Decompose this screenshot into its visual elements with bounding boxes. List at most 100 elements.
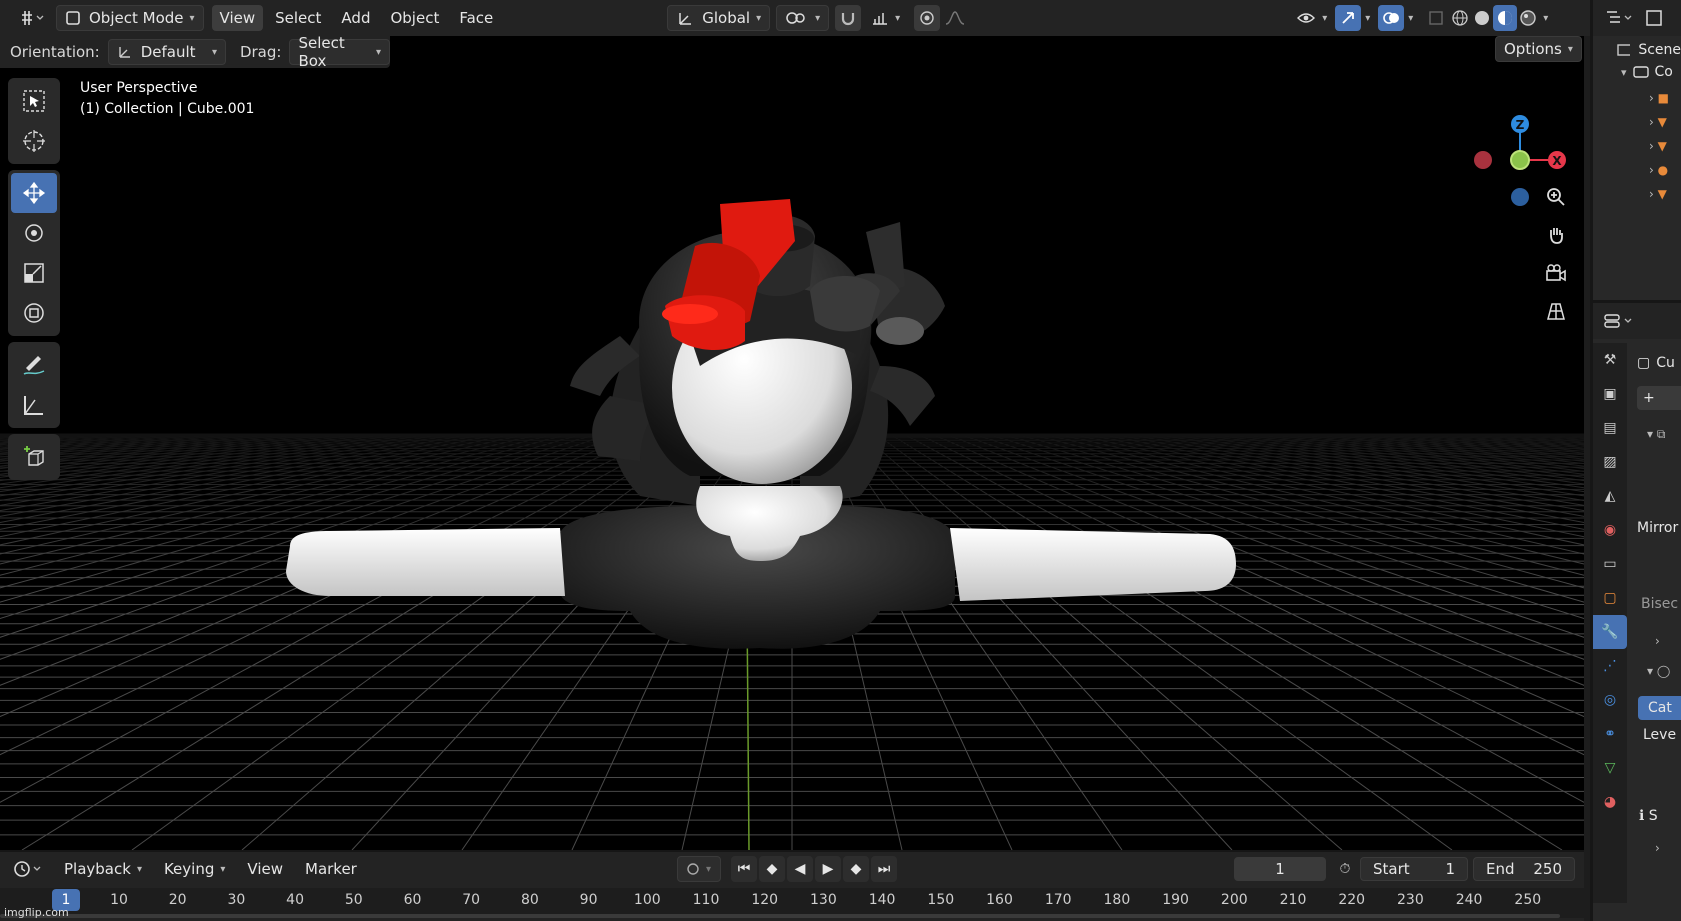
xray-toggle[interactable]: [1423, 5, 1449, 31]
play-reverse-button[interactable]: ◀: [787, 856, 813, 882]
transform-icon: [24, 303, 44, 323]
modifier-panel-header[interactable]: ▾ ⧉: [1647, 427, 1665, 442]
tab-render[interactable]: ▣: [1593, 377, 1627, 411]
tab-output[interactable]: ▤: [1593, 411, 1627, 445]
shading-rendered[interactable]: [1517, 5, 1539, 31]
data-subpanel-chevron[interactable]: ›: [1655, 634, 1660, 648]
add-modifier-button[interactable]: +: [1637, 386, 1681, 410]
shading-wireframe[interactable]: [1449, 5, 1471, 31]
preview-range-toggle[interactable]: ⏱: [1332, 856, 1358, 882]
solid-sphere-icon: [1475, 11, 1490, 25]
tab-object[interactable]: ▢: [1593, 581, 1627, 615]
tab-world[interactable]: ◉: [1593, 513, 1627, 547]
shading-dropdown[interactable]: ▾: [1539, 5, 1552, 31]
scale-tool[interactable]: [11, 253, 57, 293]
subsurf-panel-header[interactable]: ▾ ◯: [1647, 664, 1670, 678]
properties-editor-icon[interactable]: [1603, 312, 1637, 330]
add-cube-tool[interactable]: [11, 437, 57, 477]
tab-scene[interactable]: ◭: [1593, 479, 1627, 513]
tab-modifiers[interactable]: 🔧: [1593, 615, 1627, 649]
material-sphere-icon: ◕: [1603, 794, 1617, 810]
end-frame-field[interactable]: End 250: [1473, 857, 1575, 881]
editor-type-button[interactable]: [14, 5, 50, 31]
outliner-editor-icon[interactable]: [1605, 9, 1635, 27]
timeline-scrollbar[interactable]: [0, 914, 1560, 918]
tab-tool[interactable]: ⚒: [1593, 343, 1627, 377]
ruler-tick: 180: [1103, 892, 1131, 908]
shading-material[interactable]: [1493, 5, 1518, 31]
plus-icon: +: [1643, 390, 1655, 406]
falloff-dropdown[interactable]: [942, 5, 968, 31]
catmull-clark-button[interactable]: Cat: [1638, 696, 1681, 720]
move-tool[interactable]: [11, 173, 57, 213]
outliner-item-camera[interactable]: › ■: [1649, 86, 1681, 110]
pivot-dropdown[interactable]: ▾: [776, 5, 830, 31]
menu-view[interactable]: View: [211, 5, 264, 31]
rendered-sphere-icon: [1520, 10, 1536, 26]
tab-data[interactable]: ▽: [1593, 751, 1627, 785]
mirror-label: Mirror: [1637, 520, 1679, 536]
outliner-item-mesh-2[interactable]: › ▼: [1649, 182, 1681, 206]
gizmo-toggle[interactable]: [1335, 5, 1362, 31]
menu-keying[interactable]: Keying ▾: [156, 856, 233, 882]
start-value: 1: [1445, 860, 1455, 878]
orientation-select[interactable]: Default ▾: [107, 39, 226, 65]
menu-timeline-view[interactable]: View: [239, 856, 291, 882]
snap-toggle[interactable]: [835, 5, 862, 31]
proportional-editing-toggle[interactable]: [914, 5, 941, 31]
outliner-item-light[interactable]: › ●: [1649, 158, 1681, 182]
tab-particles[interactable]: ⋰: [1593, 649, 1627, 683]
overlays-dropdown[interactable]: ▾: [1404, 5, 1417, 31]
current-frame-field[interactable]: 1: [1234, 857, 1326, 881]
drag-select[interactable]: Select Box ▾: [289, 36, 390, 70]
start-frame-field[interactable]: Start 1: [1360, 857, 1468, 881]
3d-viewport[interactable]: Orientation: Default ▾ Drag: Select Box ▾ …: [0, 36, 1584, 850]
physics-orbit-icon: ◎: [1603, 692, 1617, 708]
tab-view-layer[interactable]: ▨: [1593, 445, 1627, 479]
outliner-item-mesh[interactable]: › ▼: [1649, 110, 1681, 134]
tab-constraints[interactable]: ⚭: [1593, 717, 1627, 751]
timeline-editor-type[interactable]: [10, 856, 46, 882]
ruler-tick: 40: [286, 892, 305, 908]
ruler-tick: 110: [692, 892, 720, 908]
ruler-tick: 100: [633, 892, 661, 908]
select-box-tool[interactable]: [11, 81, 57, 121]
menu-marker[interactable]: Marker: [297, 856, 365, 882]
play-button[interactable]: ▶: [815, 856, 841, 882]
shading-solid[interactable]: [1471, 5, 1493, 31]
menu-playback[interactable]: Playback ▾: [56, 856, 150, 882]
visibility-dropdown[interactable]: ▾: [1288, 5, 1335, 31]
outliner-item-mesh-active[interactable]: › ▼: [1649, 134, 1681, 158]
auto-keying-dropdown[interactable]: ▾: [677, 856, 721, 882]
menu-face[interactable]: Face: [451, 5, 501, 31]
tab-material[interactable]: ◕: [1593, 785, 1627, 819]
frame-ruler[interactable]: 1 10 20 30 40 50 60 70 80 90 100 110 120 130 140 150 160…: [0, 888, 1584, 918]
camera-view-button[interactable]: [1540, 257, 1572, 289]
menu-select[interactable]: Select: [267, 5, 329, 31]
menu-object[interactable]: Object: [382, 5, 447, 31]
transform-tool[interactable]: [11, 293, 57, 333]
mode-dropdown[interactable]: Object Mode ▾: [56, 5, 204, 31]
gizmo-dropdown[interactable]: ▾: [1361, 5, 1374, 31]
bottom-subpanel-chevron[interactable]: ›: [1655, 841, 1660, 855]
tab-physics[interactable]: ◎: [1593, 683, 1627, 717]
display-mode-icon[interactable]: [1645, 9, 1665, 27]
annotate-tool[interactable]: [11, 345, 57, 385]
ortho-toggle-button[interactable]: [1540, 295, 1572, 327]
pan-button[interactable]: [1540, 219, 1572, 251]
next-keyframe-button[interactable]: ◆: [843, 856, 869, 882]
jump-start-button[interactable]: ⏮: [731, 856, 757, 882]
menu-add[interactable]: Add: [333, 5, 378, 31]
measure-tool[interactable]: [11, 385, 57, 425]
jump-end-button[interactable]: ⏭: [871, 856, 897, 882]
rotate-tool[interactable]: [11, 213, 57, 253]
overlays-toggle[interactable]: [1378, 5, 1405, 31]
tab-collection[interactable]: ▭: [1593, 547, 1627, 581]
outliner-collection-row[interactable]: ▾ Co: [1593, 58, 1681, 80]
cursor-tool[interactable]: [11, 121, 57, 161]
prev-keyframe-button[interactable]: ◆: [759, 856, 785, 882]
snap-target-dropdown[interactable]: ▾: [863, 5, 908, 31]
options-dropdown[interactable]: Options ▾: [1495, 36, 1582, 62]
transform-orientation-dropdown[interactable]: Global ▾: [667, 5, 771, 31]
zoom-button[interactable]: [1540, 181, 1572, 213]
